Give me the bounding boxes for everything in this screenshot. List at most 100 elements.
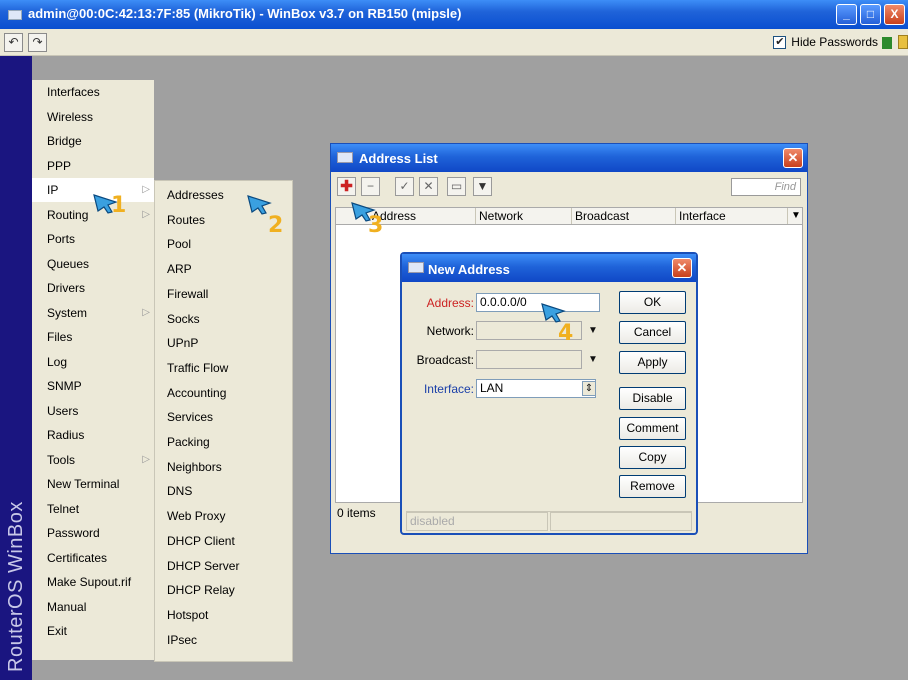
new-address-statusbar: disabled <box>406 511 692 531</box>
hide-passwords-label: Hide Passwords <box>791 35 878 49</box>
menu-item-system[interactable]: System ▷ <box>32 301 154 325</box>
network-dropdown-icon[interactable]: ▼ <box>588 325 598 336</box>
submenu-item-arp[interactable]: ARP <box>155 257 292 282</box>
menu-item-wireless[interactable]: Wireless <box>32 105 154 129</box>
menu-item-manual[interactable]: Manual <box>32 595 154 619</box>
menu-item-ppp[interactable]: PPP <box>32 154 154 178</box>
submenu-item-services[interactable]: Services <box>155 405 292 430</box>
interface-select[interactable]: LAN <box>476 379 596 398</box>
new-address-title: New Address <box>428 262 510 277</box>
undo-button[interactable]: ↶ <box>4 33 23 52</box>
menu-item-telnet[interactable]: Telnet <box>32 497 154 521</box>
new-address-close-button[interactable]: ✕ <box>672 258 692 278</box>
submenu-item-neighbors[interactable]: Neighbors <box>155 455 292 480</box>
menu-item-radius[interactable]: Radius <box>32 423 154 447</box>
pointer-cursor-icon <box>247 195 272 215</box>
menu-item-new-terminal[interactable]: New Terminal <box>32 472 154 496</box>
minimize-button[interactable]: _ <box>836 4 857 25</box>
copy-button[interactable]: Copy <box>619 446 686 469</box>
status-empty <box>550 512 692 531</box>
remove-button[interactable]: Remove <box>619 475 686 498</box>
close-button[interactable]: X <box>884 4 905 25</box>
window-icon <box>337 152 353 163</box>
status-disabled: disabled <box>406 512 548 531</box>
address-label: Address: <box>426 296 474 310</box>
find-input[interactable]: Find <box>731 178 801 196</box>
comment-button[interactable]: ▭ <box>447 177 466 196</box>
status-icon <box>882 37 892 49</box>
hide-passwords-checkbox[interactable]: ✔ <box>773 35 787 49</box>
main-menu: Interfaces Wireless Bridge PPP IP ▷ Routi… <box>32 80 154 660</box>
submenu-item-dns[interactable]: DNS <box>155 479 292 504</box>
enable-button[interactable]: ✓ <box>395 177 414 196</box>
address-list-title: Address List <box>359 151 438 166</box>
submenu-item-web-proxy[interactable]: Web Proxy <box>155 504 292 529</box>
submenu-item-hotspot[interactable]: Hotspot <box>155 603 292 628</box>
toolbar: ↶ ↷ ✔ Hide Passwords <box>0 29 908 56</box>
submenu-item-packing[interactable]: Packing <box>155 430 292 455</box>
broadcast-label: Broadcast: <box>416 353 474 367</box>
menu-item-make-supout[interactable]: Make Supout.rif <box>32 570 154 594</box>
menu-item-snmp[interactable]: SNMP <box>32 374 154 398</box>
window-title: admin@00:0C:42:13:7F:85 (MikroTik) - Win… <box>28 6 462 21</box>
menu-item-routing-label: Routing <box>47 207 89 222</box>
annotation-1: 1 <box>111 193 127 218</box>
column-broadcast[interactable]: Broadcast <box>572 208 676 224</box>
menu-item-password[interactable]: Password <box>32 521 154 545</box>
column-menu-chevron-down-icon[interactable]: ▼ <box>788 208 802 224</box>
submenu-item-dhcp-relay[interactable]: DHCP Relay <box>155 578 292 603</box>
menu-item-queues[interactable]: Queues <box>32 252 154 276</box>
interface-dropdown-icon[interactable]: ⇕ <box>582 381 596 396</box>
address-list-close-button[interactable]: ✕ <box>783 148 803 168</box>
broadcast-dropdown-icon[interactable]: ▼ <box>588 354 598 365</box>
remove-button[interactable]: − <box>361 177 380 196</box>
ip-submenu: Addresses Routes Pool ARP Firewall Socks… <box>154 180 293 662</box>
add-button[interactable]: ✚ <box>337 177 356 196</box>
comment-button[interactable]: Comment <box>619 417 686 440</box>
pointer-cursor-icon <box>541 303 566 323</box>
menu-item-bridge[interactable]: Bridge <box>32 129 154 153</box>
submenu-item-firewall[interactable]: Firewall <box>155 282 292 307</box>
menu-item-drivers[interactable]: Drivers <box>32 276 154 300</box>
annotation-3: 3 <box>368 213 384 238</box>
address-list-header: Address Network Broadcast Interface ▼ <box>335 207 803 225</box>
brand-strip: RouterOS WinBox <box>0 56 32 680</box>
menu-item-interfaces[interactable]: Interfaces <box>32 80 154 104</box>
cancel-button[interactable]: Cancel <box>619 321 686 344</box>
hide-passwords-toggle[interactable]: ✔ Hide Passwords <box>773 35 878 49</box>
filter-icon[interactable]: ▼ <box>473 177 492 196</box>
menu-item-ports[interactable]: Ports <box>32 227 154 251</box>
address-list-titlebar[interactable]: Address List ✕ <box>331 144 807 172</box>
disable-button[interactable]: ✕ <box>419 177 438 196</box>
submenu-item-socks[interactable]: Socks <box>155 307 292 332</box>
column-network[interactable]: Network <box>476 208 572 224</box>
submenu-item-dhcp-client[interactable]: DHCP Client <box>155 529 292 554</box>
submenu-item-dhcp-server[interactable]: DHCP Server <box>155 554 292 579</box>
maximize-button[interactable]: □ <box>860 4 881 25</box>
submenu-arrow-icon: ▷ <box>142 453 150 465</box>
submenu-item-traffic-flow[interactable]: Traffic Flow <box>155 356 292 381</box>
annotation-2: 2 <box>268 213 284 238</box>
menu-item-log[interactable]: Log <box>32 350 154 374</box>
apply-button[interactable]: Apply <box>619 351 686 374</box>
redo-button[interactable]: ↷ <box>28 33 47 52</box>
submenu-arrow-icon: ▷ <box>142 208 150 220</box>
lock-icon <box>898 35 908 49</box>
address-input[interactable]: 0.0.0.0/0 <box>476 293 600 312</box>
menu-item-tools[interactable]: Tools ▷ <box>32 448 154 472</box>
window-icon <box>408 262 424 273</box>
submenu-arrow-icon: ▷ <box>142 184 150 195</box>
disable-button[interactable]: Disable <box>619 387 686 410</box>
menu-item-users[interactable]: Users <box>32 399 154 423</box>
address-list-toolbar: ✚ − ✓ ✕ ▭ ▼ Find <box>331 172 807 202</box>
submenu-item-ipsec[interactable]: IPsec <box>155 628 292 653</box>
broadcast-input[interactable] <box>476 350 582 369</box>
column-interface[interactable]: Interface <box>676 208 788 224</box>
menu-item-certificates[interactable]: Certificates <box>32 546 154 570</box>
submenu-item-accounting[interactable]: Accounting <box>155 381 292 406</box>
menu-item-exit[interactable]: Exit <box>32 619 154 643</box>
new-address-titlebar[interactable]: New Address ✕ <box>402 254 696 282</box>
ok-button[interactable]: OK <box>619 291 686 314</box>
submenu-item-upnp[interactable]: UPnP <box>155 331 292 356</box>
menu-item-files[interactable]: Files <box>32 325 154 349</box>
